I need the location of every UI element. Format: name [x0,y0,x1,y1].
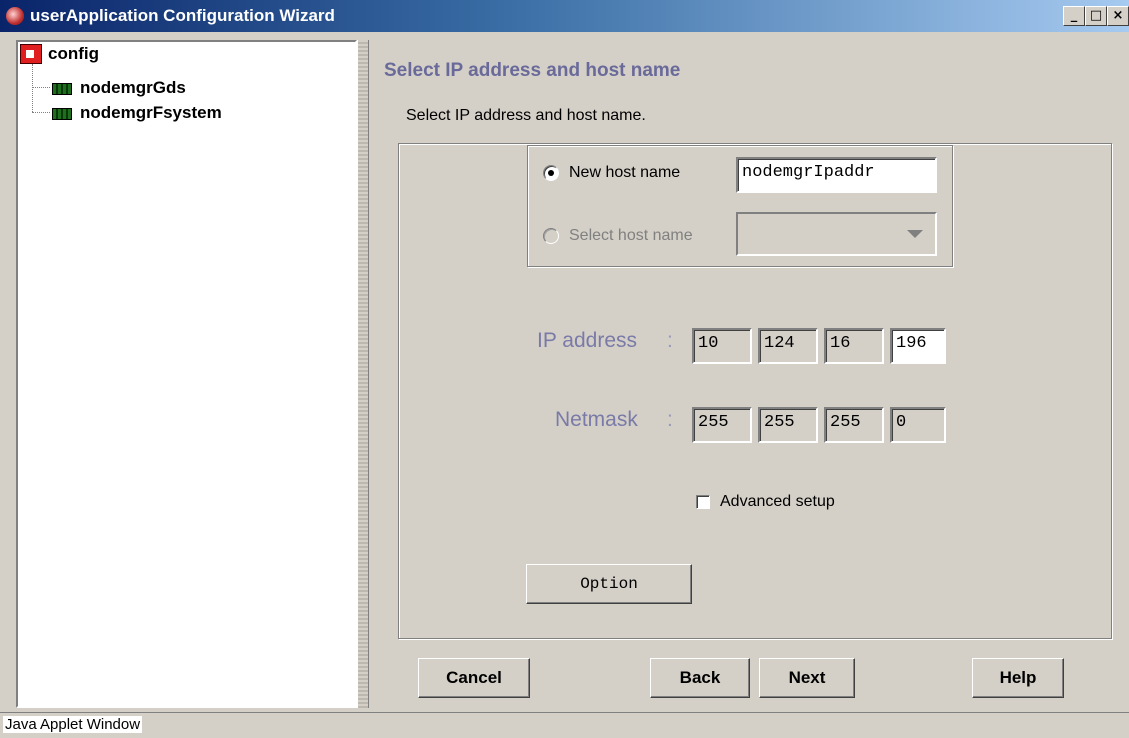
close-button[interactable]: × [1107,6,1129,26]
split-pane-divider[interactable] [357,40,369,708]
config-folder-icon [20,44,42,64]
tree-node-label: nodemgrFsystem [80,103,222,122]
tree-connector [32,87,50,88]
cancel-button[interactable]: Cancel [418,658,530,698]
tree-node-nodemgrgds[interactable]: nodemgrGds [52,78,252,100]
ip-octet-3-input[interactable]: 16 [824,328,884,364]
tree-node-label: nodemgrGds [80,78,186,97]
tree-node-label: config [48,44,99,63]
minimize-button[interactable]: _ [1063,6,1085,26]
netmask-colon: : [667,408,673,431]
select-host-name-label: Select host name [569,227,693,244]
ip-address-colon: : [667,329,673,352]
advanced-setup-label: Advanced setup [720,493,835,510]
status-bar: Java Applet Window [0,712,1129,738]
ip-octet-2-input[interactable]: 124 [758,328,818,364]
ip-octet-4-input[interactable]: 196 [890,328,946,364]
wizard-window: userApplication Configuration Wizard _ □… [0,0,1129,738]
config-tree: config nodemgrGds nodemgrFsystem [16,40,357,708]
next-button[interactable]: Next [759,658,855,698]
ip-address-label: IP address [537,329,638,352]
advanced-setup-checkbox[interactable] [696,495,710,509]
chevron-down-icon [907,230,923,238]
netmask-octet-1-input[interactable]: 255 [692,407,752,443]
java-app-icon [6,7,24,25]
netmask-octet-2-input[interactable]: 255 [758,407,818,443]
tree-connector [32,112,50,113]
netmask-octet-3-input[interactable]: 255 [824,407,884,443]
resource-icon [52,83,72,95]
ip-octet-1-input[interactable]: 10 [692,328,752,364]
netmask-label: Netmask [555,408,638,431]
option-button[interactable]: Option [526,564,692,604]
help-button[interactable]: Help [972,658,1064,698]
tree-node-nodemgrfsystem[interactable]: nodemgrFsystem [52,103,292,125]
title-bar[interactable]: userApplication Configuration Wizard _ □… [0,0,1129,32]
netmask-octet-4-input[interactable]: 0 [890,407,946,443]
page-description: Select IP address and host name. [406,107,646,124]
tree-connector [32,64,33,112]
tree-node-config[interactable]: config [18,42,218,66]
maximize-button[interactable]: □ [1085,6,1107,26]
back-button[interactable]: Back [650,658,750,698]
select-host-name-radio[interactable] [543,228,559,244]
new-host-name-label: New host name [569,164,681,181]
select-host-name-dropdown[interactable] [736,212,937,256]
page-title: Select IP address and host name [384,60,681,81]
new-host-name-radio[interactable] [543,165,559,181]
resource-icon [52,108,72,120]
applet-warning-text: Java Applet Window [3,716,143,733]
new-host-name-input[interactable]: nodemgrIpaddr [736,157,937,193]
window-title: userApplication Configuration Wizard [30,6,335,25]
